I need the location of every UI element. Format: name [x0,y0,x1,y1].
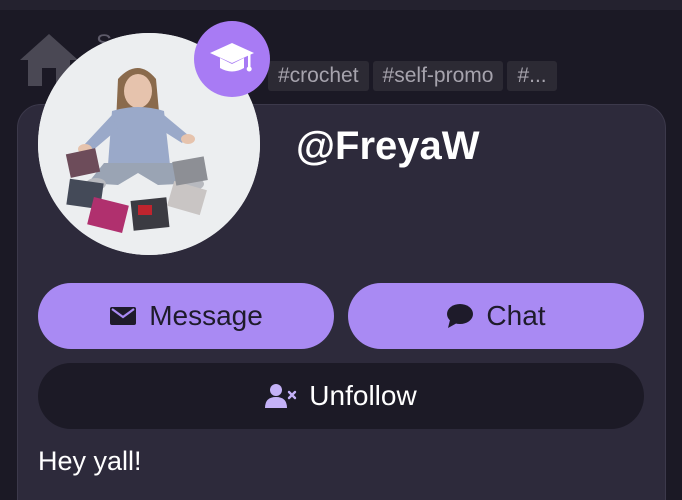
bio-text: Hey yall! [38,446,142,476]
message-button-label: Message [149,300,263,331]
unfollow-button[interactable]: Unfollow [38,363,644,429]
user-remove-icon [265,384,297,408]
chat-button-label: Chat [486,300,546,331]
message-button[interactable]: Message [38,283,334,349]
envelope-icon [110,307,137,325]
graduation-cap-icon [210,43,254,72]
chat-button[interactable]: Chat [348,283,644,349]
tag-self-promo[interactable]: #self-promo [372,61,504,91]
tag-list: #crochet #self-promo #... [268,61,557,91]
tag-crochet[interactable]: #crochet [268,61,369,91]
tag-more[interactable]: #... [507,61,557,91]
profile-popup-screen: S #crochet #self-promo #... [0,0,682,500]
speech-bubble-icon [447,304,474,328]
username: @FreyaW [296,124,480,168]
unfollow-button-label: Unfollow [309,380,417,411]
graduation-badge [194,21,270,97]
top-bar [0,0,682,10]
